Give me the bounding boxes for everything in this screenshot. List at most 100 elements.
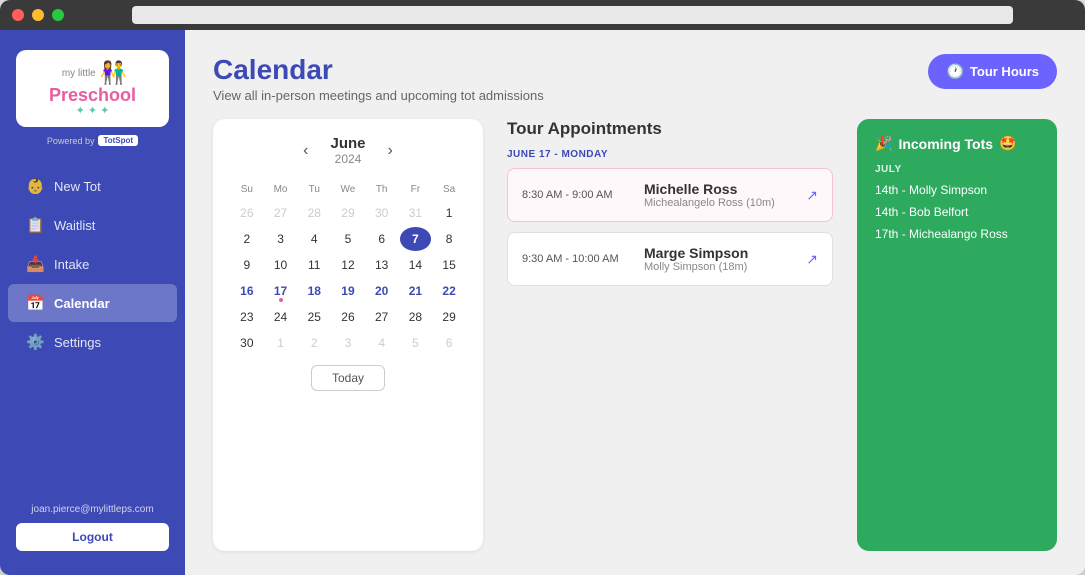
calendar-grid: SuMoTuWeThFrSa 2627282930311234567891011… [229, 178, 467, 357]
nav: 👶 New Tot 📋 Waitlist 📥 Intake 📅 Calendar… [0, 158, 185, 492]
calendar-header: ‹ June 2024 › [229, 135, 467, 166]
calendar-day[interactable]: 10 [265, 253, 297, 277]
calendar-day[interactable]: 2 [298, 331, 330, 355]
appointment-card: 8:30 AM - 9:00 AM Michelle Ross Micheala… [507, 168, 833, 222]
calendar-day[interactable]: 30 [366, 201, 398, 225]
logo-area: my little 👫 Preschool ✦ ✦ ✦ Powered by T… [0, 42, 185, 158]
calendar-day[interactable]: 6 [366, 227, 398, 251]
calendar-day[interactable]: 17 [265, 279, 297, 303]
appointments-list: 8:30 AM - 9:00 AM Michelle Ross Micheala… [507, 168, 833, 286]
next-month-button[interactable]: › [382, 140, 399, 162]
calendar-day[interactable]: 5 [332, 227, 364, 251]
appointment-subtitle: Molly Simpson (18m) [644, 261, 794, 273]
day-of-week-header: Fr [400, 180, 432, 199]
calendar-day[interactable]: 19 [332, 279, 364, 303]
tour-hours-button[interactable]: 🕐 Tour Hours [928, 54, 1057, 89]
calendar-day[interactable]: 22 [433, 279, 465, 303]
sidebar-item-waitlist[interactable]: 📋 Waitlist [8, 206, 177, 244]
calendar-day[interactable]: 27 [265, 201, 297, 225]
calendar-day[interactable]: 4 [298, 227, 330, 251]
star-eyes-icon: 🤩 [999, 135, 1016, 152]
calendar-day[interactable]: 13 [366, 253, 398, 277]
waitlist-icon: 📋 [26, 216, 44, 234]
minimize-button[interactable] [32, 9, 44, 21]
day-of-week-header: Sa [433, 180, 465, 199]
calendar-day[interactable]: 1 [265, 331, 297, 355]
calendar-day[interactable]: 18 [298, 279, 330, 303]
incoming-list: 14th - Molly Simpson14th - Bob Belfort17… [875, 181, 1039, 243]
appointments-panel: Tour Appointments JUNE 17 - MONDAY 8:30 … [507, 119, 833, 551]
calendar-day[interactable]: 28 [298, 201, 330, 225]
appointments-date-label: JUNE 17 - MONDAY [507, 149, 833, 160]
calendar-day[interactable]: 12 [332, 253, 364, 277]
prev-month-button[interactable]: ‹ [297, 140, 314, 162]
calendar-day[interactable]: 26 [231, 201, 263, 225]
calendar-day[interactable]: 9 [231, 253, 263, 277]
powered-by: Powered by TotSpot [16, 135, 169, 146]
incoming-tots-panel: 🎉 Incoming Tots 🤩 JULY 14th - Molly Simp… [857, 119, 1057, 551]
calendar-day[interactable]: 14 [400, 253, 432, 277]
close-button[interactable] [12, 9, 24, 21]
calendar-day[interactable]: 29 [332, 201, 364, 225]
calendar-icon: 📅 [26, 294, 44, 312]
sidebar-item-new-tot[interactable]: 👶 New Tot [8, 167, 177, 205]
calendar-day[interactable]: 23 [231, 305, 263, 329]
address-bar[interactable] [132, 6, 1013, 24]
appointment-name: Marge Simpson [644, 245, 794, 261]
appointment-link-icon[interactable]: ↗ [806, 187, 818, 204]
sidebar: my little 👫 Preschool ✦ ✦ ✦ Powered by T… [0, 30, 185, 575]
calendar-day[interactable]: 16 [231, 279, 263, 303]
sidebar-item-calendar[interactable]: 📅 Calendar [8, 284, 177, 322]
calendar-day[interactable]: 25 [298, 305, 330, 329]
calendar-day[interactable]: 30 [231, 331, 263, 355]
calendar-day[interactable]: 24 [265, 305, 297, 329]
calendar-day[interactable]: 20 [366, 279, 398, 303]
incoming-title: Incoming Tots [898, 136, 993, 152]
calendar-day[interactable]: 6 [433, 331, 465, 355]
intake-icon: 📥 [26, 255, 44, 273]
sidebar-item-intake[interactable]: 📥 Intake [8, 245, 177, 283]
page-title: Calendar [213, 54, 544, 86]
calendar-day[interactable]: 29 [433, 305, 465, 329]
day-of-week-header: We [332, 180, 364, 199]
page-header: Calendar View all in-person meetings and… [213, 54, 544, 103]
incoming-tot-item: 14th - Bob Belfort [875, 203, 1039, 221]
logo-box: my little 👫 Preschool ✦ ✦ ✦ [16, 50, 169, 127]
calendar-day[interactable]: 26 [332, 305, 364, 329]
calendar-day[interactable]: 21 [400, 279, 432, 303]
titlebar [0, 0, 1085, 30]
logout-button[interactable]: Logout [16, 523, 169, 551]
user-email: joan.pierce@mylittleps.com [16, 504, 169, 515]
new-tot-icon: 👶 [26, 177, 44, 195]
calendar-day[interactable]: 15 [433, 253, 465, 277]
today-button-wrap: Today [229, 365, 467, 391]
month-label: June [330, 135, 365, 152]
calendar-day[interactable]: 5 [400, 331, 432, 355]
calendar-day[interactable]: 8 [433, 227, 465, 251]
calendar-day[interactable]: 31 [400, 201, 432, 225]
appointment-time: 8:30 AM - 9:00 AM [522, 189, 632, 201]
calendar-day[interactable]: 11 [298, 253, 330, 277]
today-button[interactable]: Today [311, 365, 385, 391]
day-of-week-header: Su [231, 180, 263, 199]
calendar-day[interactable]: 3 [332, 331, 364, 355]
calendar-day[interactable]: 1 [433, 201, 465, 225]
main-content: Calendar View all in-person meetings and… [185, 30, 1085, 575]
top-bar: Calendar View all in-person meetings and… [213, 54, 1057, 103]
maximize-button[interactable] [52, 9, 64, 21]
content-area: ‹ June 2024 › SuMoTuWeThFrSa 26272829303… [213, 119, 1057, 551]
sidebar-item-settings[interactable]: ⚙️ Settings [8, 323, 177, 361]
appointment-name: Michelle Ross [644, 181, 794, 197]
month-year-display: June 2024 [330, 135, 365, 166]
calendar-day[interactable]: 28 [400, 305, 432, 329]
appointment-card: 9:30 AM - 10:00 AM Marge Simpson Molly S… [507, 232, 833, 286]
appointment-time: 9:30 AM - 10:00 AM [522, 253, 632, 265]
calendar-day[interactable]: 3 [265, 227, 297, 251]
calendar-day[interactable]: 4 [366, 331, 398, 355]
calendar-day[interactable]: 2 [231, 227, 263, 251]
clock-icon: 🕐 [946, 63, 963, 80]
appointment-link-icon[interactable]: ↗ [806, 251, 818, 268]
day-of-week-header: Mo [265, 180, 297, 199]
calendar-day[interactable]: 7 [400, 227, 432, 251]
calendar-day[interactable]: 27 [366, 305, 398, 329]
